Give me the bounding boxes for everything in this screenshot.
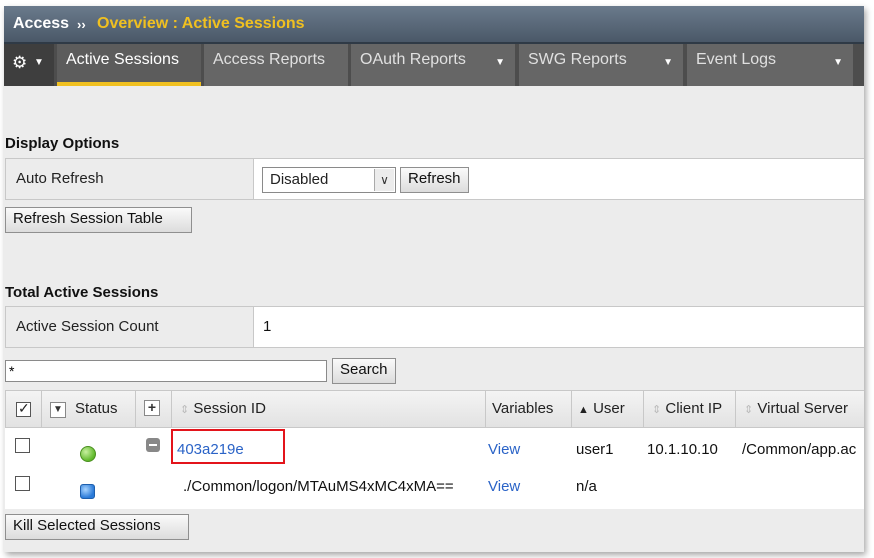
sort-icon: ⇕ <box>652 404 662 416</box>
tab-label: Active Sessions <box>66 51 179 68</box>
user-cell: n/a <box>576 478 597 495</box>
status-pending-icon <box>80 484 95 499</box>
chevron-down-icon: ▼ <box>833 57 843 68</box>
refresh-session-table-button[interactable]: Refresh Session Table <box>5 207 192 233</box>
settings-menu-button[interactable]: ⚙ ▼ <box>4 44 54 86</box>
variables-view-link[interactable]: View <box>488 478 520 495</box>
chevron-down-icon: ▼ <box>663 57 673 68</box>
user-column-header[interactable]: ▲ User <box>572 391 644 427</box>
row-select-checkbox[interactable] <box>15 476 30 491</box>
breadcrumb-separator: ›› <box>77 17 86 32</box>
tab-event-logs[interactable]: Event Logs ▼ <box>687 44 853 86</box>
virtual-server-column-header[interactable]: ⇕ Virtual Server <box>736 391 864 427</box>
user-cell: user1 <box>576 441 614 458</box>
nav-bar: ⚙ ▼ Active Sessions Access Reports OAuth… <box>4 44 864 86</box>
refresh-button[interactable]: Refresh <box>400 167 469 193</box>
sort-ascending-icon: ▲ <box>578 404 589 416</box>
user-header-label: User <box>593 400 625 417</box>
chevron-down-icon[interactable]: ▼ <box>50 402 66 418</box>
sessions-table: ▼ Status + ⇕ Session ID Variables ▲ User… <box>5 390 864 509</box>
variables-column-header: Variables <box>486 391 572 427</box>
auto-refresh-value: Disabled <box>270 171 329 188</box>
table-header: ▼ Status + ⇕ Session ID Variables ▲ User… <box>5 390 864 428</box>
auto-refresh-label: Auto Refresh <box>6 159 254 199</box>
app-frame: Access ›› Overview : Active Sessions ⚙ ▼… <box>4 6 864 552</box>
gear-icon: ⚙ <box>12 53 28 72</box>
virtual-server-header-label: Virtual Server <box>757 400 848 417</box>
breadcrumb[interactable]: Overview : Active Sessions <box>97 15 305 33</box>
tab-oauth-reports[interactable]: OAuth Reports ▼ <box>351 44 515 86</box>
title-bar: Access ›› Overview : Active Sessions <box>4 6 864 44</box>
active-session-count-value: 1 <box>263 318 272 335</box>
variables-view-link[interactable]: View <box>488 441 520 458</box>
select-all-column <box>6 391 42 427</box>
session-id-column-header[interactable]: ⇕ Session ID <box>172 391 486 427</box>
collapse-icon[interactable] <box>146 438 160 452</box>
tab-label: Access Reports <box>213 51 326 68</box>
client-ip-header-label: Client IP <box>665 400 723 417</box>
tab-active-sessions[interactable]: Active Sessions <box>57 44 201 86</box>
expand-all-column: + <box>136 391 172 427</box>
search-button[interactable]: Search <box>332 358 396 384</box>
tab-access-reports[interactable]: Access Reports <box>204 44 348 86</box>
session-id-cell: ./Common/logon/MTAuMS4xMC4xMA== <box>183 478 454 495</box>
status-header-label: Status <box>75 400 118 417</box>
kill-selected-sessions-button[interactable]: Kill Selected Sessions <box>5 514 189 540</box>
sort-icon: ⇕ <box>744 404 754 416</box>
row-select-checkbox[interactable] <box>15 438 30 453</box>
chevron-down-icon: ▼ <box>495 57 505 68</box>
auto-refresh-select[interactable]: Disabled ∨ <box>262 167 396 193</box>
client-ip-cell: 10.1.10.10 <box>647 441 718 458</box>
app-title[interactable]: Access <box>13 15 69 33</box>
session-count-row: Active Session Count 1 <box>5 306 864 348</box>
variables-header-label: Variables <box>492 400 554 417</box>
search-input[interactable] <box>5 360 327 382</box>
total-active-sessions-title: Total Active Sessions <box>5 284 159 301</box>
active-tab-indicator <box>57 82 201 86</box>
chevron-down-icon: ∨ <box>374 169 394 191</box>
display-options-title: Display Options <box>5 135 120 152</box>
active-session-count-label: Active Session Count <box>6 307 254 347</box>
virtual-server-cell: /Common/app.ac <box>742 441 857 458</box>
session-id-header-label: Session ID <box>193 400 266 417</box>
sort-icon: ⇕ <box>180 404 190 416</box>
status-column-header[interactable]: ▼ Status <box>42 391 136 427</box>
client-ip-column-header[interactable]: ⇕ Client IP <box>644 391 736 427</box>
chevron-down-icon: ▼ <box>34 57 44 68</box>
select-all-checkbox[interactable] <box>16 400 31 417</box>
tab-swg-reports[interactable]: SWG Reports ▼ <box>519 44 683 86</box>
tab-label: OAuth Reports <box>360 51 466 68</box>
auto-refresh-row: Auto Refresh Disabled ∨ Refresh <box>5 158 864 200</box>
tab-label: Event Logs <box>696 51 777 68</box>
tab-label: SWG Reports <box>528 51 627 68</box>
expand-all-icon[interactable]: + <box>144 400 160 416</box>
highlight-box <box>171 429 285 464</box>
status-active-icon <box>80 446 96 462</box>
